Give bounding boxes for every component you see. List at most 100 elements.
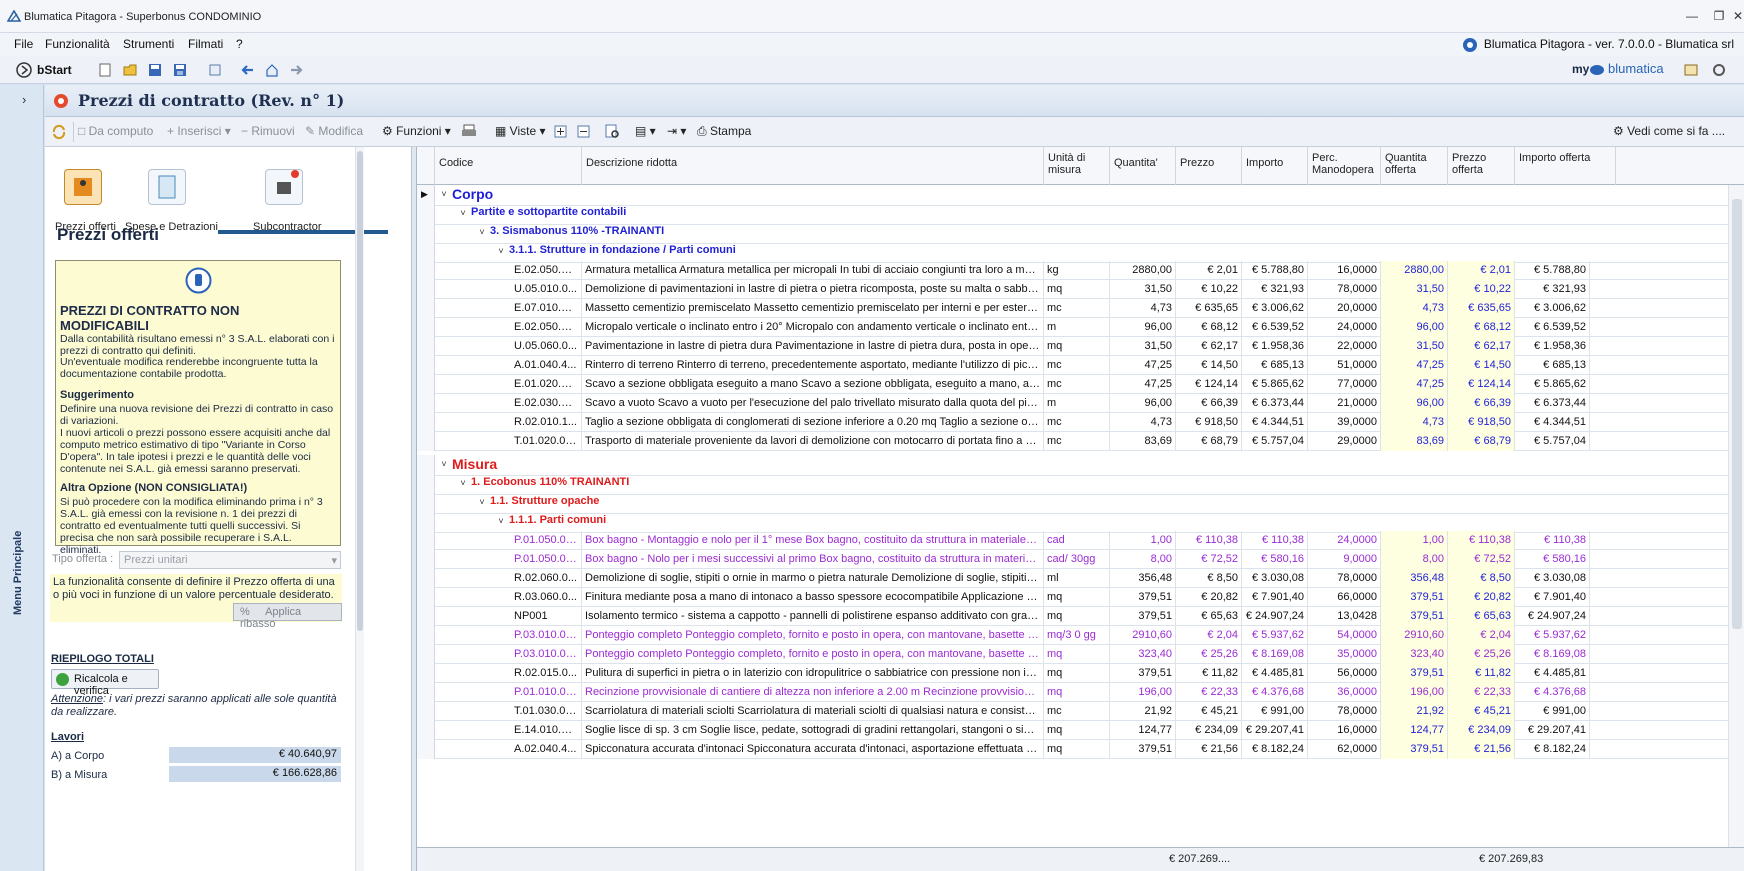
cell-prezzo[interactable]: € 10,22 <box>1176 280 1242 299</box>
cell-prezzo[interactable]: € 72,52 <box>1176 550 1242 569</box>
cell-importo[interactable]: € 3.030,08 <box>1242 569 1308 588</box>
row-selector[interactable] <box>417 512 435 533</box>
cell-quantita-offerta[interactable]: 379,51 <box>1381 607 1448 626</box>
hdr-codice[interactable]: Codice <box>435 147 582 185</box>
grid-scroll-thumb[interactable] <box>1732 199 1742 629</box>
cell-codice[interactable]: P.01.010.01... <box>511 683 582 702</box>
cell-codice[interactable]: R.02.015.0... <box>511 664 582 683</box>
cell-quantita[interactable]: 31,50 <box>1110 280 1176 299</box>
cell-prezzo[interactable]: € 2,04 <box>1176 626 1242 645</box>
cell-importo[interactable]: € 6.539,52 <box>1242 318 1308 337</box>
find-icon[interactable] <box>605 124 621 140</box>
viste-button[interactable]: ▦ Viste ▾ <box>495 124 546 138</box>
cell-quantita-offerta[interactable]: 8,00 <box>1381 550 1448 569</box>
row-selector[interactable] <box>417 455 435 476</box>
subcontractor-icon[interactable] <box>265 169 303 205</box>
row-selector[interactable] <box>417 550 435 569</box>
cell-manodopera[interactable]: 78,0000 <box>1308 569 1381 588</box>
cell-descrizione[interactable]: Isolamento termico - sistema a cappotto … <box>582 607 1044 626</box>
cell-manodopera[interactable]: 36,0000 <box>1308 683 1381 702</box>
restore-icon[interactable]: ❐ <box>1712 10 1726 22</box>
cell-manodopera[interactable]: 9,0000 <box>1308 550 1381 569</box>
properties-icon[interactable] <box>208 63 223 77</box>
hdr-prezzo-offerta[interactable]: Prezzo offerta <box>1448 147 1515 185</box>
rimuovi-button[interactable]: − Rimuovi <box>241 124 295 138</box>
cell-descrizione[interactable]: Massetto cementizio premiscelato Massett… <box>582 299 1044 318</box>
cell-unita[interactable]: cad <box>1044 531 1110 550</box>
close-icon[interactable]: ✕ <box>1731 10 1744 22</box>
cell-importo-offerta[interactable]: € 4.485,81 <box>1515 664 1590 683</box>
cell-quantita[interactable]: 323,40 <box>1110 645 1176 664</box>
cell-prezzo[interactable]: € 124,14 <box>1176 375 1242 394</box>
cell-quantita-offerta[interactable]: 2910,60 <box>1381 626 1448 645</box>
cell-codice[interactable]: NP001 <box>511 607 582 626</box>
cell-unita[interactable]: mc <box>1044 356 1110 375</box>
cell-prezzo[interactable]: € 25,26 <box>1176 645 1242 664</box>
cell-unita[interactable]: mq <box>1044 607 1110 626</box>
cell-quantita[interactable]: 196,00 <box>1110 683 1176 702</box>
cell-manodopera[interactable]: 39,0000 <box>1308 413 1381 432</box>
cell-importo[interactable]: € 24.907,24 <box>1242 607 1308 626</box>
cell-descrizione[interactable]: Ponteggio completo Ponteggio completo, f… <box>582 626 1044 645</box>
row-selector[interactable] <box>417 531 435 550</box>
cell-quantita-offerta[interactable]: 379,51 <box>1381 740 1448 759</box>
cell-importo[interactable]: € 991,00 <box>1242 702 1308 721</box>
cell-descrizione[interactable]: Soglie lisce di sp. 3 cm Soglie lisce, p… <box>582 721 1044 740</box>
cell-manodopera[interactable]: 66,0000 <box>1308 588 1381 607</box>
table-row[interactable]: R.03.060.0... Finitura mediante posa a ma… <box>417 588 1729 607</box>
cell-importo-offerta[interactable]: € 991,00 <box>1515 702 1590 721</box>
cell-quantita[interactable]: 4,73 <box>1110 299 1176 318</box>
cell-prezzo-offerta[interactable]: € 65,63 <box>1448 607 1515 626</box>
cell-unita[interactable]: mc <box>1044 702 1110 721</box>
cell-unita[interactable]: mc <box>1044 432 1110 451</box>
cell-manodopera[interactable]: 21,0000 <box>1308 394 1381 413</box>
cell-quantita[interactable]: 83,69 <box>1110 432 1176 451</box>
cell-prezzo-offerta[interactable]: € 10,22 <box>1448 280 1515 299</box>
cell-importo-offerta[interactable]: € 24.907,24 <box>1515 607 1590 626</box>
main-menu-strip[interactable]: › Menu Principale <box>0 85 44 871</box>
row-selector[interactable] <box>417 432 435 451</box>
table-row[interactable]: P.03.010.03... Ponteggio completo Pontegg… <box>417 645 1729 664</box>
cell-unita[interactable]: mq <box>1044 664 1110 683</box>
cell-prezzo-offerta[interactable]: € 2,04 <box>1448 626 1515 645</box>
cell-prezzo-offerta[interactable]: € 124,14 <box>1448 375 1515 394</box>
cell-quantita[interactable]: 47,25 <box>1110 375 1176 394</box>
row-selector[interactable] <box>417 493 435 514</box>
hdr-quantita-offerta[interactable]: Quantita offerta <box>1381 147 1448 185</box>
cell-importo[interactable]: € 29.207,41 <box>1242 721 1308 740</box>
cell-importo-offerta[interactable]: € 4.344,51 <box>1515 413 1590 432</box>
cell-prezzo[interactable]: € 11,82 <box>1176 664 1242 683</box>
cell-manodopera[interactable]: 24,0000 <box>1308 531 1381 550</box>
cell-codice[interactable]: P.03.010.03... <box>511 626 582 645</box>
row-selector[interactable] <box>417 683 435 702</box>
cell-codice[interactable]: P.03.010.03... <box>511 645 582 664</box>
cell-prezzo[interactable]: € 66,39 <box>1176 394 1242 413</box>
cell-importo[interactable]: € 5.757,04 <box>1242 432 1308 451</box>
hdr-unita[interactable]: Unità di misura <box>1044 147 1110 185</box>
cell-quantita-offerta[interactable]: 4,73 <box>1381 413 1448 432</box>
group-row[interactable]: ▶ ˅ Corpo <box>417 185 1729 206</box>
back-icon[interactable] <box>240 63 255 77</box>
row-selector[interactable] <box>417 626 435 645</box>
collapse-chevron-icon[interactable]: ˅ <box>458 208 468 218</box>
cell-importo-offerta[interactable]: € 4.376,68 <box>1515 683 1590 702</box>
cell-importo[interactable]: € 5.937,62 <box>1242 626 1308 645</box>
cell-unita[interactable]: kg <box>1044 261 1110 280</box>
left-scrollbar[interactable] <box>355 147 364 871</box>
cell-prezzo[interactable]: € 2,01 <box>1176 261 1242 280</box>
cell-importo-offerta[interactable]: € 8.169,08 <box>1515 645 1590 664</box>
cell-prezzo[interactable]: € 21,56 <box>1176 740 1242 759</box>
cell-descrizione[interactable]: Demolizione di soglie, stipiti o ornie i… <box>582 569 1044 588</box>
cell-importo[interactable]: € 3.006,62 <box>1242 299 1308 318</box>
menu-strumenti[interactable]: Strumenti <box>123 37 174 51</box>
collapse-chevron-icon[interactable]: ˅ <box>496 246 506 256</box>
cell-importo[interactable]: € 1.958,36 <box>1242 337 1308 356</box>
table-row[interactable]: E.01.020.02... Scavo a sezione obbligata … <box>417 375 1729 394</box>
main-menu-label[interactable]: Menu Principale <box>12 531 24 615</box>
hdr-descrizione[interactable]: Descrizione ridotta <box>582 147 1044 185</box>
row-selector[interactable] <box>417 588 435 607</box>
collapse-chevron-icon[interactable]: ˅ <box>458 478 468 488</box>
cell-unita[interactable]: ml <box>1044 569 1110 588</box>
cell-descrizione[interactable]: Scavo a vuoto Scavo a vuoto per l'esecuz… <box>582 394 1044 413</box>
cell-quantita[interactable]: 379,51 <box>1110 664 1176 683</box>
